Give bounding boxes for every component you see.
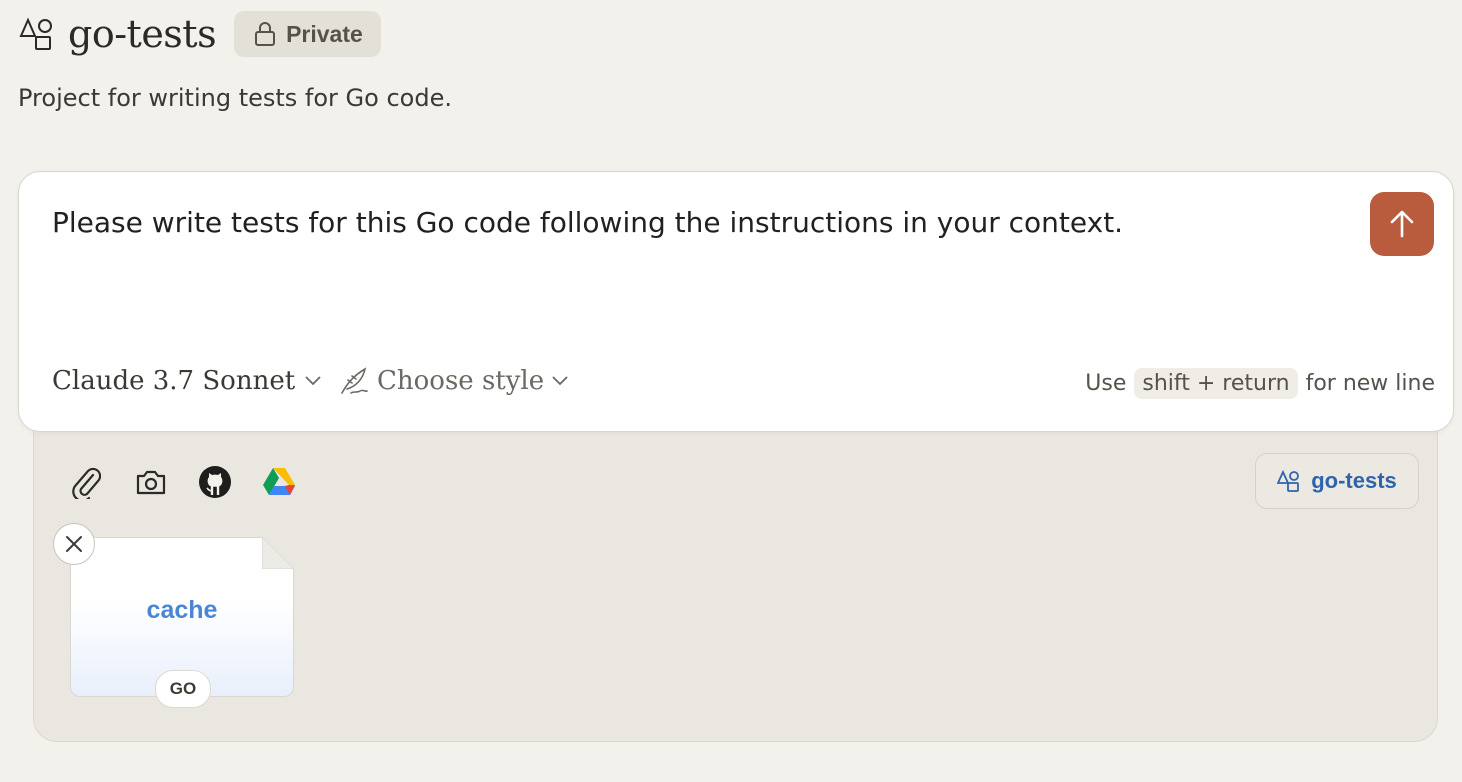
attach-file-button[interactable] <box>66 462 106 502</box>
shapes-icon <box>18 15 56 53</box>
attachment-name: cache <box>146 596 218 624</box>
chevron-down-icon <box>552 376 568 386</box>
project-chip-label: go-tests <box>1311 468 1397 493</box>
style-selector[interactable]: Choose style <box>339 366 568 396</box>
google-drive-icon <box>263 468 295 495</box>
hint-key: shift + return <box>1134 368 1298 399</box>
paperclip-icon <box>72 467 101 499</box>
github-button[interactable] <box>195 462 235 502</box>
project-description: Project for writing tests for Go code. <box>18 84 452 112</box>
private-badge: Private <box>234 11 381 57</box>
style-label: Choose style <box>377 366 545 396</box>
camera-icon <box>136 470 166 495</box>
quill-icon <box>341 367 368 394</box>
close-icon <box>66 536 82 552</box>
arrow-up-icon <box>1390 210 1414 238</box>
model-label: Claude 3.7 Sonnet <box>52 366 296 396</box>
github-icon <box>199 466 231 498</box>
project-chip[interactable]: go-tests <box>1255 453 1419 509</box>
chevron-down-icon <box>305 376 321 386</box>
hint-prefix: Use <box>1085 371 1127 396</box>
prompt-input[interactable]: Please write tests for this Go code foll… <box>52 206 1123 239</box>
newline-hint: Use shift + return for new line <box>1085 368 1435 399</box>
shapes-icon <box>1277 470 1300 492</box>
hint-suffix: for new line <box>1305 371 1435 396</box>
project-title: go-tests <box>68 12 217 56</box>
page-fold-icon <box>262 537 294 569</box>
google-drive-button[interactable] <box>259 462 299 502</box>
screenshot-button[interactable] <box>131 462 171 502</box>
remove-attachment-button[interactable] <box>53 523 95 565</box>
attachment-card[interactable]: cache GO <box>70 537 294 708</box>
project-header: go-tests Private <box>18 8 381 60</box>
lock-icon <box>255 22 276 46</box>
visibility-label: Private <box>286 20 363 47</box>
send-button[interactable] <box>1370 192 1434 256</box>
message-composer: Please write tests for this Go code foll… <box>18 171 1454 432</box>
model-selector[interactable]: Claude 3.7 Sonnet <box>52 366 321 396</box>
attachment-type-badge: GO <box>155 670 211 708</box>
